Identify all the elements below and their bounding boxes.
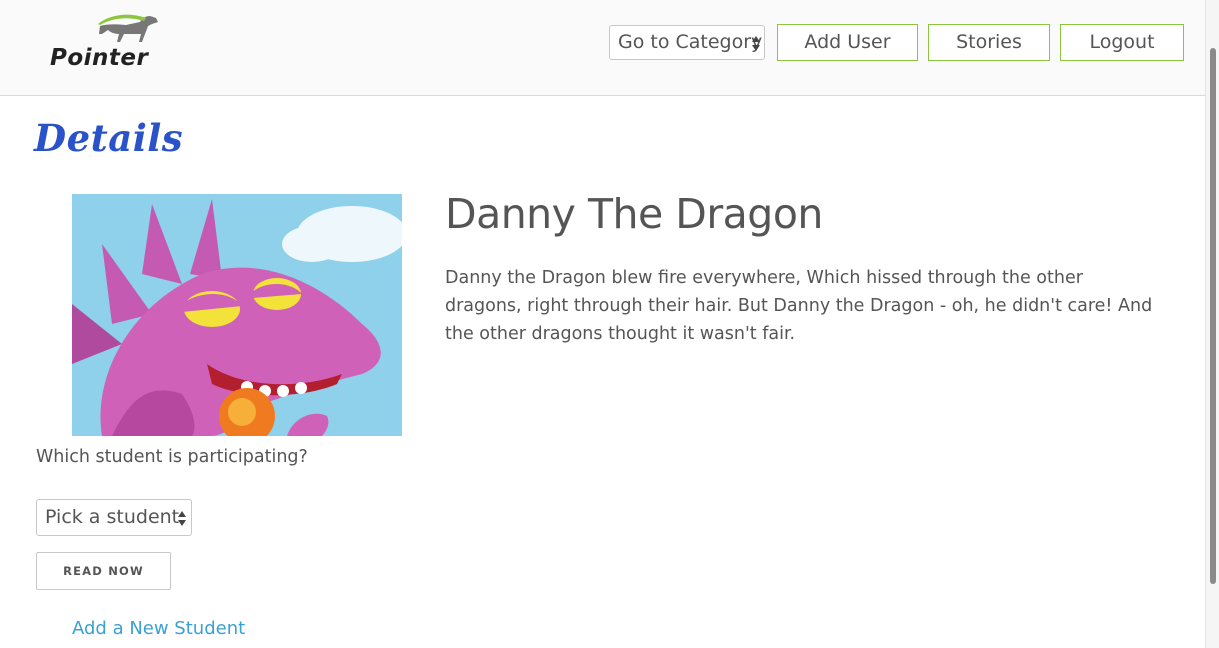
logo-swoosh-icon [98, 14, 146, 25]
top-header: Pointer Go to Category Add User Stories … [0, 0, 1205, 96]
story-description: Danny the Dragon blew fire everywhere, W… [445, 268, 1153, 344]
read-now-button[interactable]: READ NOW [36, 552, 171, 590]
student-select-value: Pick a student [45, 506, 180, 528]
pointer-logo[interactable]: Pointer [50, 12, 162, 74]
add-new-student-link[interactable]: Add a New Student [72, 618, 245, 639]
story-cover-image [72, 194, 402, 436]
logout-button[interactable]: Logout [1060, 24, 1184, 61]
page-title: Details [34, 116, 184, 160]
page-scrollbar[interactable] [1205, 0, 1219, 648]
category-select-value: Go to Category [618, 31, 763, 53]
dragon-illustration-icon [72, 194, 402, 436]
category-select[interactable]: Go to Category [609, 25, 765, 60]
stories-button[interactable]: Stories [928, 24, 1050, 61]
add-user-button[interactable]: Add User [777, 24, 918, 61]
student-select[interactable]: Pick a student [36, 499, 192, 536]
student-question-label: Which student is participating? [36, 447, 308, 467]
select-arrows-icon [178, 511, 186, 527]
scrollbar-thumb[interactable] [1210, 48, 1216, 584]
logo-text: Pointer [50, 45, 149, 71]
select-arrows-icon [752, 36, 760, 52]
story-title: Danny The Dragon [445, 190, 823, 238]
